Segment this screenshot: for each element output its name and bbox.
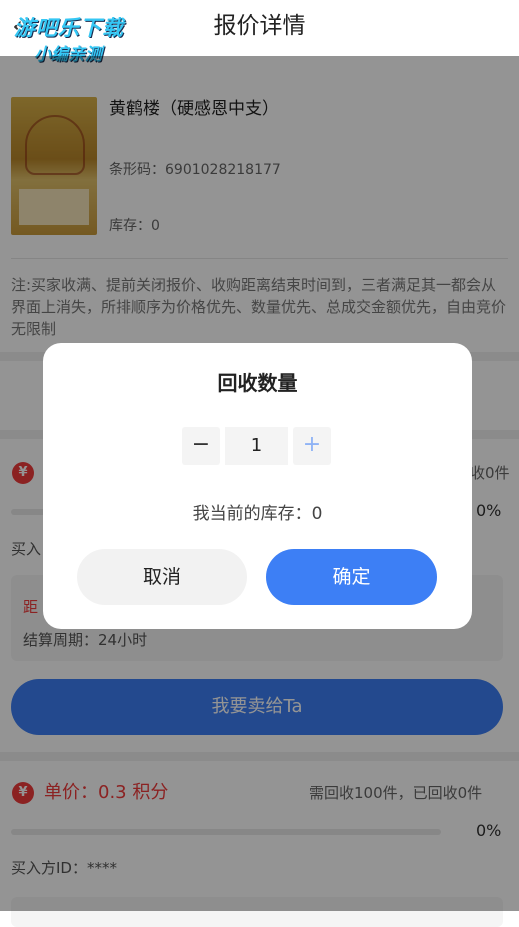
decrease-quantity-button[interactable]: − bbox=[182, 427, 220, 465]
watermark-line-1: 游吧乐下载 bbox=[14, 16, 124, 40]
current-stock-text: 我当前的库存：0 bbox=[192, 504, 323, 524]
confirm-button[interactable]: 确定 bbox=[266, 549, 437, 605]
increase-quantity-button[interactable]: + bbox=[293, 427, 331, 465]
quantity-dialog: 回收数量 − 1 + 我当前的库存：0 取消 确定 bbox=[43, 343, 472, 629]
quantity-input[interactable]: 1 bbox=[225, 427, 288, 465]
cancel-button[interactable]: 取消 bbox=[77, 549, 247, 605]
dialog-title: 回收数量 bbox=[217, 371, 298, 395]
